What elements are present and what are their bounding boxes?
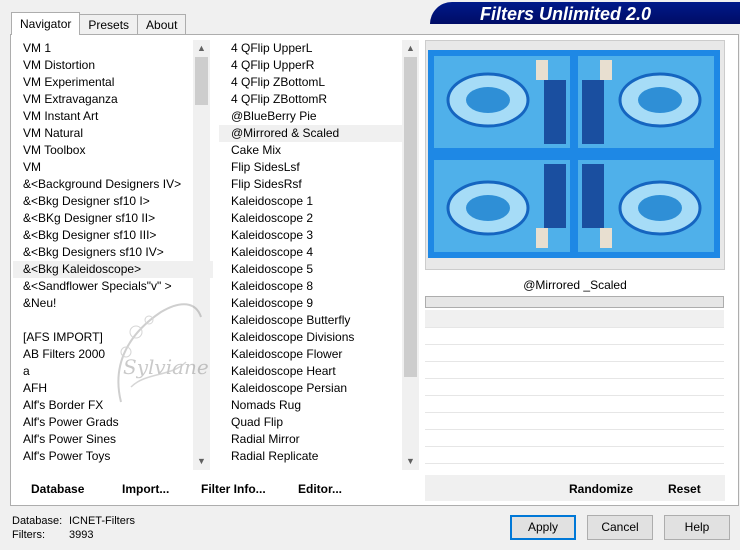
category-item[interactable]: &<Bkg Designer sf10 III> [13,227,213,244]
category-item[interactable]: a [13,363,213,380]
cancel-button[interactable]: Cancel [587,515,653,540]
filter-items: 4 QFlip UpperL 4 QFlip UpperR 4 QFlip ZBot… [219,40,419,465]
selected-filter-name: @Mirrored _Scaled [523,278,627,292]
tab-strip: Navigator Presets About [11,12,187,35]
category-scrollbar[interactable]: ▲ ▼ [193,40,210,470]
filter-scrollbar[interactable]: ▲ ▼ [402,40,419,470]
filters-label: Filters: [12,529,45,541]
filter-item[interactable]: Kaleidoscope Flower [219,346,419,363]
category-item[interactable]: VM Instant Art [13,108,213,125]
parameter-area [425,310,724,464]
tab-presets[interactable]: Presets [79,14,139,34]
parameter-slider[interactable] [425,296,724,308]
filter-item[interactable]: Kaleidoscope 4 [219,244,419,261]
filter-item[interactable]: Kaleidoscope Heart [219,363,419,380]
filter-item[interactable]: Kaleidoscope 8 [219,278,419,295]
randomize-button[interactable]: Randomize [569,480,633,498]
reset-button[interactable]: Reset [668,480,701,498]
scroll-up-icon[interactable]: ▲ [193,40,210,57]
scroll-down-icon[interactable]: ▼ [402,453,419,470]
filter-info-button[interactable]: Filter Info... [201,480,266,498]
database-value: ICNET-Filters [69,515,135,527]
category-item[interactable] [13,312,213,329]
scroll-thumb[interactable] [195,57,208,105]
category-item[interactable]: VM Distortion [13,57,213,74]
filter-item[interactable]: Kaleidoscope Divisions [219,329,419,346]
filter-item[interactable]: 4 QFlip UpperL [219,40,419,57]
database-button[interactable]: Database [31,480,84,498]
category-item[interactable]: Alf's Power Sines [13,431,213,448]
app-title: Filters Unlimited 2.0 [480,4,652,24]
apply-button[interactable]: Apply [510,515,576,540]
editor-button[interactable]: Editor... [298,480,342,498]
category-item[interactable]: VM Natural [13,125,213,142]
filter-item[interactable]: Kaleidoscope 3 [219,227,419,244]
database-label: Database: [12,515,63,527]
filter-item[interactable]: @BlueBerry Pie [219,108,419,125]
category-item[interactable]: &<Sandflower Specials"v" > [13,278,213,295]
category-item[interactable]: &<Bkg Designer sf10 I> [13,193,213,210]
help-button[interactable]: Help [664,515,730,540]
tab-navigator[interactable]: Navigator [11,12,81,35]
category-item[interactable]: AB Filters 2000 [13,346,213,363]
category-item[interactable]: &<Bkg Designers sf10 IV> [13,244,213,261]
preview-image [428,50,720,258]
tab-about[interactable]: About [137,14,187,34]
database-info: Database: ICNET-Filters Filters: 3993 [12,514,135,542]
category-list[interactable]: VM 1 VM Distortion VM Experimental VM Extra… [13,40,213,470]
filter-item[interactable]: Kaleidoscope 1 [219,193,419,210]
category-item[interactable]: VM Extravaganza [13,91,213,108]
filter-item[interactable]: Flip SidesLsf [219,159,419,176]
filter-item[interactable]: @Mirrored & Scaled [219,125,419,142]
filter-item[interactable]: Kaleidoscope 9 [219,295,419,312]
filter-item[interactable]: 4 QFlip UpperR [219,57,419,74]
filter-item[interactable]: 4 QFlip ZBottomL [219,74,419,91]
category-items: VM 1 VM Distortion VM Experimental VM Extra… [13,40,213,465]
category-item[interactable]: Alf's Power Toys [13,448,213,465]
filter-item[interactable]: Nomads Rug [219,397,419,414]
category-item[interactable]: VM Experimental [13,74,213,91]
category-item[interactable]: &<Bkg Kaleidoscope> [13,261,213,278]
filter-item[interactable]: Kaleidoscope Persian [219,380,419,397]
category-item[interactable]: VM [13,159,213,176]
filter-item[interactable]: Quad Flip [219,414,419,431]
scroll-up-icon[interactable]: ▲ [402,40,419,57]
category-item[interactable]: Alf's Power Grads [13,414,213,431]
category-item[interactable]: &<BKg Designer sf10 II> [13,210,213,227]
filter-item[interactable]: Cake Mix [219,142,419,159]
app-banner: Filters Unlimited 2.0 [430,2,740,24]
filter-item[interactable]: Kaleidoscope 2 [219,210,419,227]
scroll-thumb[interactable] [404,57,417,377]
category-item[interactable]: Alf's Border FX [13,397,213,414]
scroll-down-icon[interactable]: ▼ [193,453,210,470]
filter-item[interactable]: Kaleidoscope 5 [219,261,419,278]
filters-count: 3993 [69,529,94,541]
category-item[interactable]: &<Background Designers IV> [13,176,213,193]
filter-item[interactable]: Kaleidoscope Butterfly [219,312,419,329]
filter-item[interactable]: Flip SidesRsf [219,176,419,193]
import-button[interactable]: Import... [122,480,169,498]
category-item[interactable]: [AFS IMPORT] [13,329,213,346]
filter-item[interactable]: Radial Mirror [219,431,419,448]
category-item[interactable]: AFH [13,380,213,397]
category-item[interactable]: VM 1 [13,40,213,57]
filter-item[interactable]: 4 QFlip ZBottomR [219,91,419,108]
category-item[interactable]: &Neu! [13,295,213,312]
filter-list[interactable]: 4 QFlip UpperL 4 QFlip UpperR 4 QFlip ZBot… [219,40,419,470]
filter-item[interactable]: Radial Replicate [219,448,419,465]
category-item[interactable]: VM Toolbox [13,142,213,159]
